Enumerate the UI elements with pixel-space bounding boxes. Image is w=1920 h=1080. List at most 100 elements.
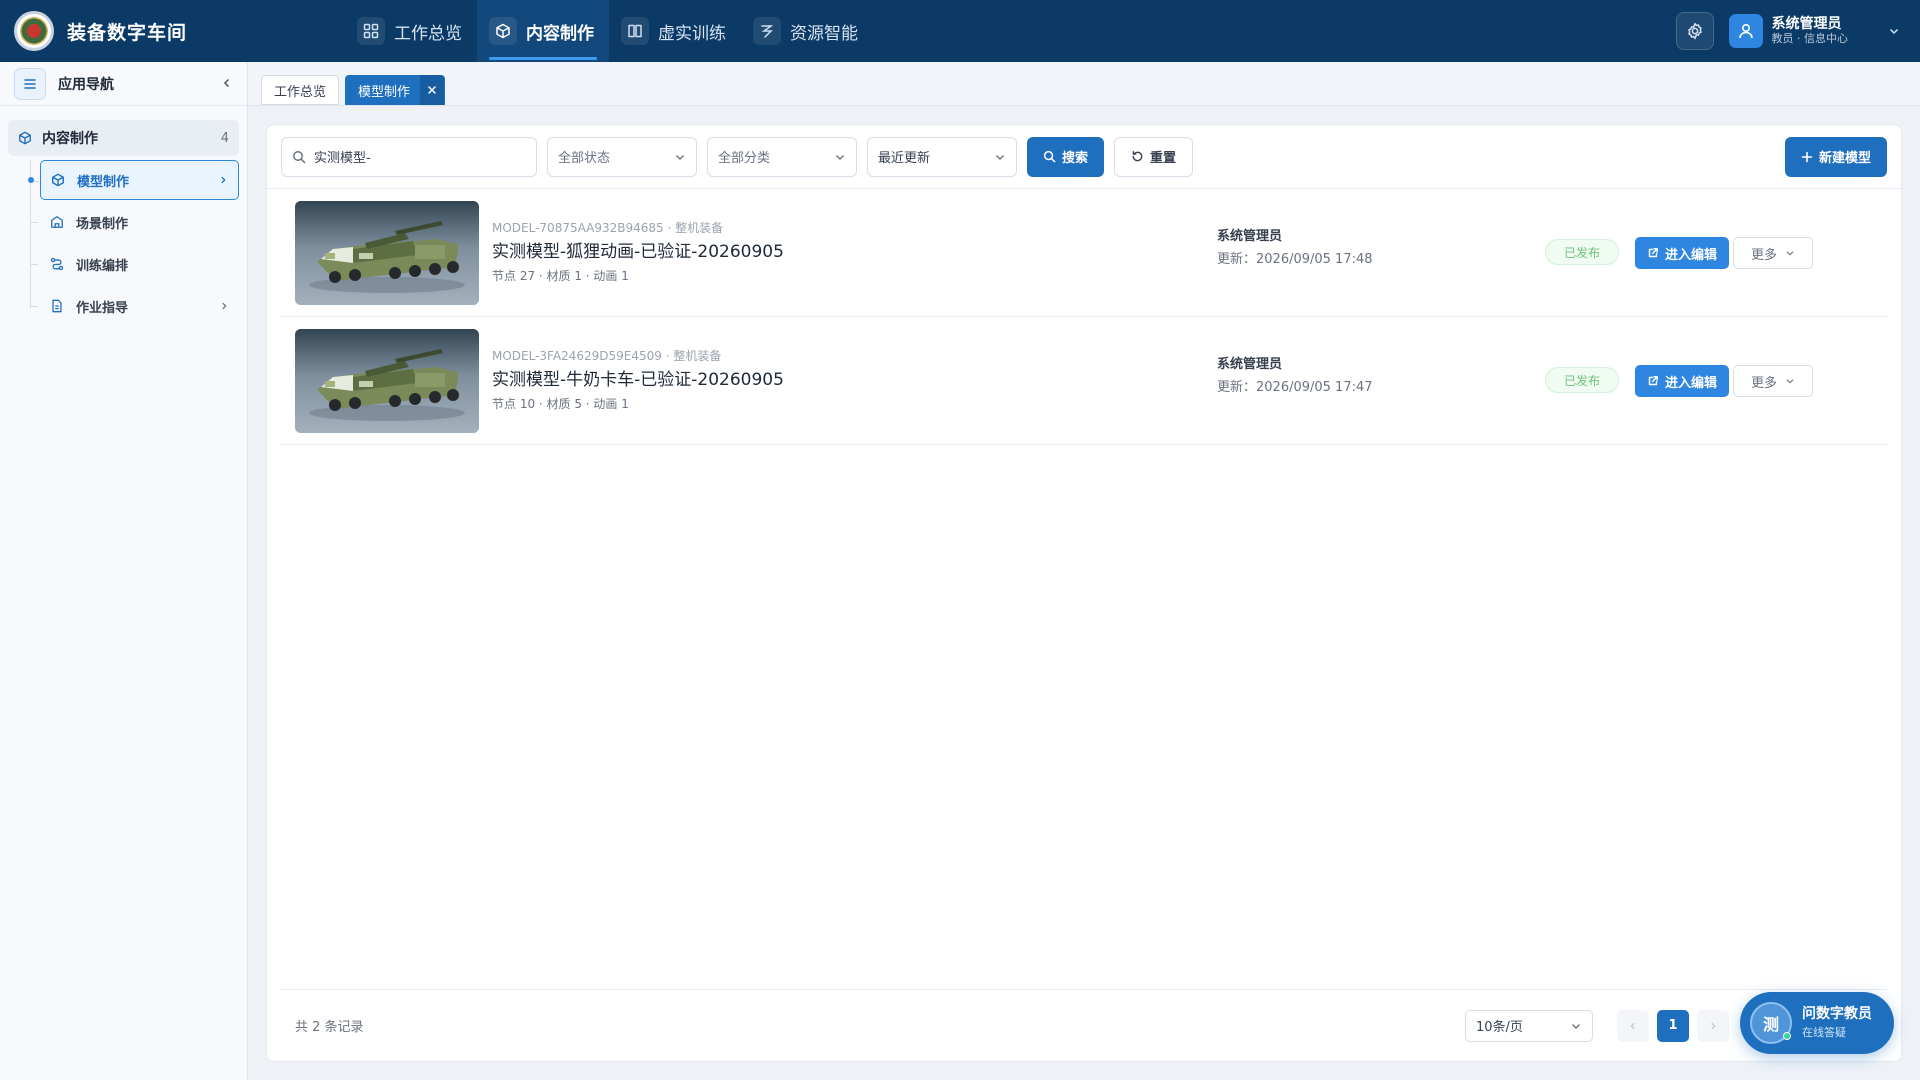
page-size-select[interactable]: 10条/页 <box>1465 1009 1593 1042</box>
sidebar-group-label: 内容制作 <box>42 131 98 147</box>
sidebar-item-training[interactable]: 训练编排 <box>30 244 239 284</box>
grid-icon <box>357 17 385 45</box>
next-page-button[interactable] <box>1697 1009 1729 1042</box>
page-button-current[interactable]: 1 <box>1657 1009 1689 1042</box>
model-thumbnail[interactable] <box>295 328 479 433</box>
tab-model[interactable]: 模型制作 <box>345 75 446 105</box>
category-select[interactable]: 全部分类 <box>707 136 857 177</box>
more-label: 更多 <box>1750 375 1777 391</box>
user-menu[interactable]: 系统管理员 教员 · 信息中心 <box>1728 14 1901 48</box>
search-input[interactable] <box>314 149 514 164</box>
topnav-item-training[interactable]: 虚实训练 <box>609 0 741 62</box>
search-button-label: 搜索 <box>1062 151 1089 166</box>
cube-icon <box>19 131 31 145</box>
user-icon <box>1738 23 1753 39</box>
reset-button[interactable]: 重置 <box>1114 136 1194 177</box>
pagination-bar: 共 2 条记录 10条/页 1 <box>281 989 1887 1061</box>
building-icon <box>51 216 63 228</box>
chevron-down-icon <box>836 154 844 160</box>
chevron-down-icon <box>996 154 1004 160</box>
model-info: MODEL-3FA24629D59E4509 · 整机装备 实测模型-牛奶卡车-… <box>492 347 1192 414</box>
chevron-down-icon <box>1572 1023 1580 1029</box>
chevron-down-icon <box>1786 379 1794 384</box>
menu-button[interactable] <box>14 67 46 100</box>
model-name[interactable]: 实测模型-牛奶卡车-已验证-20260905 <box>492 367 1192 393</box>
sort-select[interactable]: 最近更新 <box>867 136 1017 177</box>
topnav-label: 虚实训练 <box>658 23 726 44</box>
settings-button[interactable] <box>1675 12 1714 50</box>
status-select[interactable]: 全部状态 <box>547 136 697 177</box>
sidebar-group-content[interactable]: 内容制作 4 <box>8 120 239 156</box>
status-badge: 已发布 <box>1545 239 1619 265</box>
sidebar-item-label: 作业指导 <box>76 300 129 316</box>
enter-edit-button[interactable]: 进入编辑 <box>1635 237 1730 269</box>
tab-overview[interactable]: 工作总览 <box>261 75 340 105</box>
topnav-label: 资源智能 <box>790 23 858 44</box>
truck-model-image <box>295 200 479 305</box>
sidebar-item-guide[interactable]: 作业指导 <box>30 286 239 326</box>
tab-label: 模型制作 <box>358 84 411 100</box>
assistant-avatar-text: 测 <box>1762 1015 1779 1034</box>
close-tab-button[interactable] <box>420 75 445 105</box>
more-label: 更多 <box>1750 247 1777 263</box>
model-name[interactable]: 实测模型-狐狸动画-已验证-20260905 <box>492 239 1192 265</box>
document-icon <box>52 299 62 313</box>
model-row[interactable]: MODEL-3FA24629D59E4509 · 整机装备 实测模型-牛奶卡车-… <box>281 317 1887 445</box>
model-thumbnail[interactable] <box>295 200 479 305</box>
app-title: 装备数字车间 <box>67 21 188 44</box>
sidebar: 应用导航 内容制作 4 模型制作 场景制作 训练编排 作业指导 <box>0 62 248 1080</box>
updated-time: 更新：2026/09/05 17:48 <box>1217 252 1373 267</box>
model-info: MODEL-70875AA932B94685 · 整机装备 实测模型-狐狸动画-… <box>492 219 1192 286</box>
chevron-down-icon <box>1786 251 1794 256</box>
more-button[interactable]: 更多 <box>1733 365 1813 397</box>
sidebar-list: 模型制作 场景制作 训练编排 作业指导 <box>28 160 247 326</box>
chevron-right-icon <box>221 176 226 184</box>
page-size-value: 10条/页 <box>1476 1020 1523 1035</box>
sidebar-item-model[interactable]: 模型制作 <box>28 160 239 200</box>
avatar <box>1728 14 1763 48</box>
prev-page-button[interactable] <box>1617 1009 1649 1042</box>
user-name: 系统管理员 <box>1771 16 1842 32</box>
search-icon <box>293 150 306 163</box>
topnav-item-content[interactable]: 内容制作 <box>477 0 609 62</box>
filter-bar: 全部状态 全部分类 最近更新 搜索 重置 新建模型 <box>267 125 1901 189</box>
topnav-label: 内容制作 <box>526 23 594 44</box>
digital-instructor-button[interactable]: 测 问数字教员 在线答疑 <box>1740 992 1894 1054</box>
sidebar-item-scene[interactable]: 场景制作 <box>30 202 239 242</box>
model-owner: 系统管理员 更新：2026/09/05 17:47 <box>1217 355 1373 399</box>
model-code: MODEL-3FA24629D59E4509 · 整机装备 <box>492 349 722 363</box>
topbar-actions: 系统管理员 教员 · 信息中心 <box>1675 12 1920 50</box>
sidebar-item-label: 训练编排 <box>76 258 129 274</box>
topnav-item-resource-ai[interactable]: 资源智能 <box>741 0 873 62</box>
model-meta: 节点 27 · 材质 1 · 动画 1 <box>492 269 629 283</box>
close-icon <box>428 86 436 94</box>
total-records: 共 2 条记录 <box>295 1020 364 1035</box>
reset-button-label: 重置 <box>1150 151 1177 166</box>
collapse-sidebar-button[interactable] <box>221 74 233 93</box>
gear-icon <box>1687 22 1702 40</box>
enter-edit-button[interactable]: 进入编辑 <box>1635 365 1730 397</box>
sort-select-value: 最近更新 <box>878 151 931 166</box>
menu-icon <box>24 78 36 89</box>
new-model-button[interactable]: 新建模型 <box>1784 136 1887 177</box>
chevron-down-icon <box>676 154 684 160</box>
plus-icon <box>1801 151 1813 162</box>
top-nav: 工作总览 内容制作 虚实训练 资源智能 <box>345 0 873 62</box>
search-icon <box>1043 150 1056 163</box>
ai-icon <box>753 17 781 45</box>
assistant-subtitle: 在线答疑 <box>1802 1026 1846 1039</box>
pager: 1 <box>1609 1009 1729 1042</box>
topnav-label: 工作总览 <box>394 23 462 44</box>
category-select-value: 全部分类 <box>718 151 771 166</box>
model-code: MODEL-70875AA932B94685 · 整机装备 <box>492 221 724 235</box>
assistant-avatar: 测 <box>1750 1002 1792 1044</box>
enter-edit-label: 进入编辑 <box>1665 247 1718 263</box>
user-role: 教员 · 信息中心 <box>1771 32 1849 45</box>
topnav-item-overview[interactable]: 工作总览 <box>345 0 477 62</box>
more-button[interactable]: 更多 <box>1733 237 1813 269</box>
brand[interactable]: 装备数字车间 <box>0 11 345 51</box>
search-box[interactable] <box>281 136 537 177</box>
online-indicator <box>1783 1032 1791 1040</box>
model-row[interactable]: MODEL-70875AA932B94685 · 整机装备 实测模型-狐狸动画-… <box>281 189 1887 317</box>
search-button[interactable]: 搜索 <box>1027 136 1105 177</box>
